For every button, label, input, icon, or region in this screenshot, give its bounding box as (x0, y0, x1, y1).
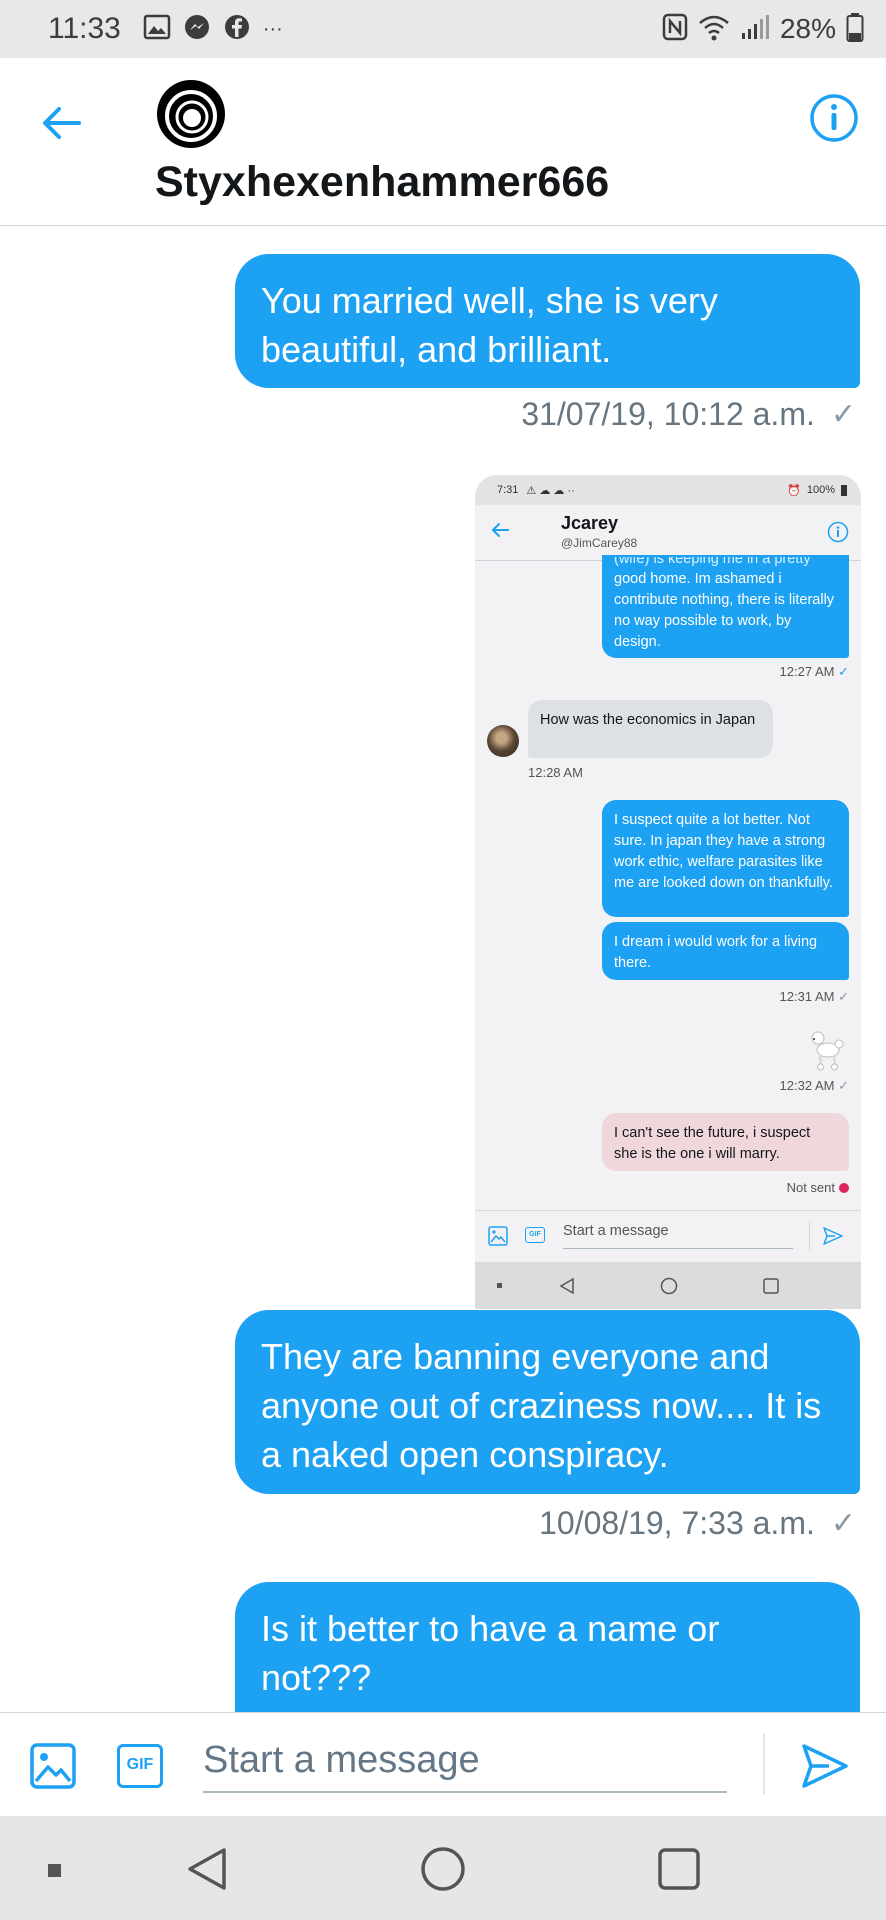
messenger-icon (183, 13, 211, 46)
screenshot-info-icon (827, 521, 849, 543)
screenshot-message-bubble: (wife) is keeping me in a pretty good ho… (602, 555, 849, 658)
attached-screenshot-image[interactable]: 7:31 ⚠ ☁ ☁ ·· ⏰ 100% Jcarey @JimCarey88 … (475, 475, 861, 1309)
message-bubble[interactable]: Is it better to have a name or not??? (235, 1582, 860, 1732)
nav-recents-icon (658, 1848, 700, 1890)
screenshot-message-input: Start a message (563, 1223, 793, 1249)
gif-icon: GIF (126, 1756, 154, 1773)
image-icon (30, 1743, 76, 1789)
screenshot-unsent-message-bubble: I can't see the future, i suspect she is… (602, 1113, 849, 1171)
status-time: 11:33 (48, 12, 121, 45)
screenshot-error-icon (839, 1182, 849, 1193)
screenshot-image-icon (488, 1226, 508, 1246)
nav-recents-button[interactable] (656, 1846, 702, 1897)
screenshot-message-text: I can't see the future, i suspect she is… (614, 1125, 811, 1162)
screenshot-message-text: I suspect quite a lot better. Not sure. … (614, 812, 833, 891)
send-button[interactable] (801, 1743, 849, 1789)
screenshot-gif-icon: GIF (525, 1227, 545, 1243)
nav-dot-icon (48, 1864, 61, 1877)
avatar[interactable] (155, 78, 227, 150)
conversation-username: Styxhexenhammer666 (155, 158, 610, 206)
arrow-left-icon (43, 107, 81, 139)
add-gif-button[interactable]: GIF (117, 1744, 163, 1788)
screenshot-alarm-icon: ⏰ (787, 484, 801, 497)
message-text: You married well, she is very beautiful,… (261, 280, 718, 370)
message-text: They are banning everyone and anyone out… (261, 1336, 822, 1475)
message-input[interactable]: Start a message (203, 1735, 727, 1793)
gallery-icon (143, 14, 171, 45)
screenshot-nav-recents-icon (763, 1278, 779, 1294)
screenshot-timestamp: 12:27 AM ✓ (779, 664, 849, 679)
message-bubble[interactable]: You married well, she is very beautiful,… (235, 254, 860, 388)
system-nav-bar (0, 1816, 886, 1920)
screenshot-gif-label: GIF (529, 1231, 541, 1238)
screenshot-send-icon (823, 1227, 843, 1245)
battery-icon (846, 12, 864, 47)
dm-conversation-screen: 11:33 ··· 28% Styxhexenhammer666 You mar… (0, 0, 886, 1920)
send-icon (802, 1744, 848, 1788)
screenshot-nav-back-icon (559, 1277, 574, 1295)
message-timestamp: 31/07/19, 10:12 a.m. ✓ (521, 396, 856, 433)
message-text: Is it better to have a name or not??? (261, 1608, 720, 1698)
screenshot-back-icon (491, 523, 509, 537)
facebook-icon (223, 13, 251, 46)
screenshot-battery-icon (841, 484, 847, 496)
screenshot-message-bubble: I suspect quite a lot better. Not sure. … (602, 800, 849, 917)
status-bar: 11:33 ··· 28% (0, 0, 886, 58)
screenshot-not-sent-status: Not sent (787, 1180, 849, 1195)
screenshot-timestamp-text: 12:27 AM (779, 664, 835, 679)
screenshot-system-icons: ⏰ 100% (787, 484, 847, 497)
sent-check-icon: ✓ (830, 398, 856, 431)
screenshot-name: Jcarey (561, 513, 619, 533)
poodle-sticker-icon (804, 1029, 846, 1071)
screenshot-message-text: good home. Im ashamed i contribute nothi… (614, 571, 835, 650)
screenshot-nav-bar (475, 1262, 861, 1309)
more-notifications-icon: ··· (262, 17, 283, 40)
message-bubble[interactable]: They are banning everyone and anyone out… (235, 1310, 860, 1494)
system-icons: 28% (662, 12, 864, 47)
message-timestamp: 10/08/19, 7:33 a.m. ✓ (539, 1505, 856, 1542)
screenshot-not-sent-text: Not sent (786, 1180, 835, 1195)
screenshot-timestamp: 12:28 AM (528, 765, 583, 780)
screenshot-message-bubble-incoming: How was the economics in Japan (528, 700, 773, 758)
timestamp-text: 10/08/19, 7:33 a.m. (539, 1505, 815, 1541)
nav-back-button[interactable] (186, 1846, 228, 1897)
screenshot-message-text: How was the economics in Japan (540, 712, 756, 728)
screenshot-message-cutoff: (wife) is keeping me in a pretty (614, 557, 811, 567)
screenshot-timestamp-text: 12:31 AM (779, 989, 835, 1004)
back-button[interactable] (36, 98, 86, 148)
nav-back-icon (188, 1848, 226, 1890)
screenshot-timestamp: 12:32 AM ✓ (779, 1078, 849, 1093)
screenshot-handle: @JimCarey88 (561, 536, 638, 550)
conversation-header: Styxhexenhammer666 (0, 58, 886, 226)
wifi-icon (698, 13, 730, 46)
screenshot-nav-dot-icon (497, 1283, 502, 1288)
screenshot-divider (809, 1221, 810, 1251)
battery-percent: 28% (779, 13, 836, 44)
screenshot-battery-percent: 100% (806, 484, 835, 496)
screenshot-header: Jcarey @JimCarey88 (475, 505, 861, 561)
screenshot-contact-avatar (487, 725, 519, 757)
timestamp-text: 31/07/19, 10:12 a.m. (521, 396, 815, 432)
signal-icon (740, 13, 770, 46)
screenshot-message-bubble: I dream i would work for a living there. (602, 922, 849, 980)
screenshot-status-time: 7:31 (497, 484, 519, 496)
composer-divider (763, 1733, 765, 1795)
info-icon (810, 94, 858, 142)
screenshot-timestamp-text: 12:32 AM (779, 1078, 835, 1093)
screenshot-timestamp: 12:31 AM ✓ (779, 989, 849, 1004)
screenshot-notification-icons: ⚠ ☁ ☁ ·· (526, 484, 575, 497)
info-button[interactable] (808, 92, 860, 144)
screenshot-nav-home-icon (660, 1277, 678, 1295)
screenshot-message-text: I dream i would work for a living there. (614, 934, 818, 971)
screenshot-status-bar: 7:31 ⚠ ☁ ☁ ·· ⏰ 100% (475, 475, 861, 505)
nav-home-button[interactable] (420, 1846, 466, 1897)
nav-home-icon (421, 1847, 465, 1891)
add-photo-button[interactable] (30, 1743, 76, 1789)
sent-check-icon: ✓ (830, 1507, 856, 1540)
notification-icons: ··· (143, 13, 283, 46)
message-composer: GIF Start a message (0, 1712, 886, 1816)
screenshot-composer: GIF Start a message (475, 1210, 861, 1262)
nfc-icon (662, 13, 688, 46)
